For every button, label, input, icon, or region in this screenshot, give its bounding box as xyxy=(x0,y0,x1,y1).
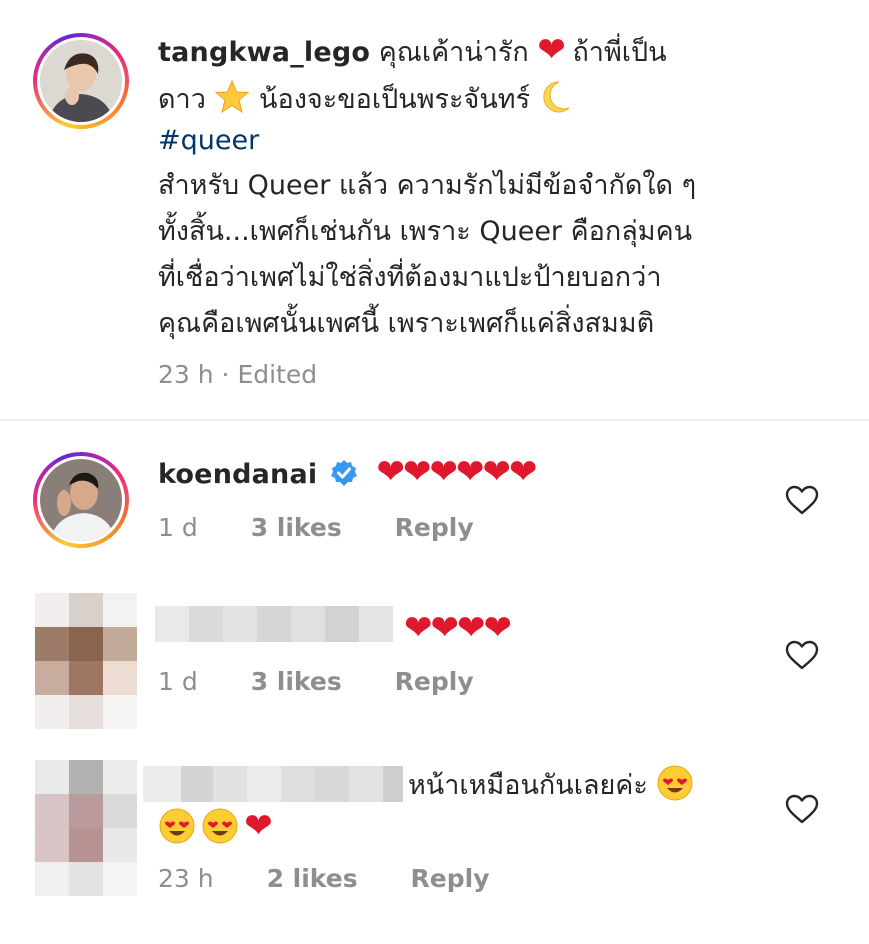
comment-1-reply-button[interactable]: Reply xyxy=(395,513,474,542)
heart-eyes-emoji-icon xyxy=(202,808,238,844)
comment-3-reply-button[interactable]: Reply xyxy=(411,864,490,893)
comment-2-reply-button[interactable]: Reply xyxy=(395,667,474,696)
comment-2-time: 1 d xyxy=(158,667,198,696)
comment-3-heart-outline-icon[interactable] xyxy=(785,794,819,824)
caption-body-line-2: ทั้งสิ้น...เพศก็เช่นกัน เพราะ Queer คือก… xyxy=(158,216,693,247)
person-photo-icon xyxy=(40,459,122,541)
comment-3-meta: 23 h 2 likes Reply xyxy=(158,864,490,893)
comment-2-text: ❤❤❤❤ xyxy=(404,608,512,648)
crescent-moon-emoji-icon xyxy=(543,81,570,113)
verified-badge-icon xyxy=(330,460,357,486)
caption-text-2a: ดาว xyxy=(158,84,206,115)
caption-username[interactable]: tangkwa_lego xyxy=(158,37,370,68)
caption-text-1: คุณเค้าน่ารัก xyxy=(378,37,529,68)
heart-emoji-icon: ❤ xyxy=(244,806,272,846)
caption-body-line-1: สำหรับ Queer แล้ว ความรักไม่มีข้อจำกัดใด… xyxy=(158,170,697,201)
comment-1-text: ❤❤❤❤❤❤ xyxy=(376,452,538,492)
caption-line-1: tangkwa_lego คุณเค้าน่ารัก ❤ ถ้าพี่เป็น xyxy=(158,30,667,76)
caption-avatar-photo xyxy=(40,40,122,122)
caption-avatar[interactable] xyxy=(33,33,129,129)
comment-3-line-1: หน้าเหมือนกันเลยค่ะ xyxy=(408,763,694,809)
caption-hashtag[interactable]: #queer xyxy=(158,118,259,164)
comment-2-avatar[interactable] xyxy=(35,593,137,729)
comment-3-username-redacted[interactable] xyxy=(143,766,403,802)
comment-1-avatar-frame xyxy=(37,456,125,544)
comment-3-likes[interactable]: 2 likes xyxy=(267,864,358,893)
caption-avatar-frame xyxy=(37,37,125,125)
comment-1-meta: 1 d 3 likes Reply xyxy=(158,513,474,542)
comment-1-username[interactable]: koendanai xyxy=(158,459,317,490)
caption-line-2: ดาว น้องจะขอเป็นพระจันทร์ xyxy=(158,77,571,123)
comment-2-username-redacted[interactable] xyxy=(155,606,393,642)
heart-eyes-emoji-icon xyxy=(159,808,195,844)
comment-3-avatar[interactable] xyxy=(35,760,137,896)
comment-3-text: หน้าเหมือนกันเลยค่ะ xyxy=(408,770,648,801)
comment-3-time: 23 h xyxy=(158,864,214,893)
comment-3-line-2: ❤ xyxy=(158,806,273,849)
comment-1-time: 1 d xyxy=(158,513,198,542)
caption-meta: 23 h · Edited xyxy=(158,360,318,389)
comment-1-avatar[interactable] xyxy=(33,452,129,548)
comment-1-avatar-photo xyxy=(40,459,122,541)
caption-body-line-4: คุณคือเพศนั้นเพศนี้ เพราะเพศก็แค่สิ่งสมม… xyxy=(158,308,655,339)
divider xyxy=(0,419,869,421)
comment-2-likes[interactable]: 3 likes xyxy=(251,667,342,696)
heart-eyes-emoji-icon xyxy=(657,765,693,801)
comment-1-likes[interactable]: 3 likes xyxy=(251,513,342,542)
comment-1-heart-outline-icon[interactable] xyxy=(785,485,819,515)
comment-1-line: koendanai ❤❤❤❤❤❤ xyxy=(158,452,538,498)
person-photo-icon xyxy=(40,40,122,122)
caption-body-line-3: ที่เชื่อว่าเพศไม่ใช่สิ่งที่ต้องมาแปะป้าย… xyxy=(158,262,662,293)
comment-2-meta: 1 d 3 likes Reply xyxy=(158,667,474,696)
star-emoji-icon xyxy=(215,79,250,114)
comment-2-heart-outline-icon[interactable] xyxy=(785,640,819,670)
heart-emoji-icon: ❤ xyxy=(537,30,565,70)
caption-text-2b: น้องจะขอเป็นพระจันทร์ xyxy=(259,84,531,115)
caption-text-1b: ถ้าพี่เป็น xyxy=(572,37,667,68)
